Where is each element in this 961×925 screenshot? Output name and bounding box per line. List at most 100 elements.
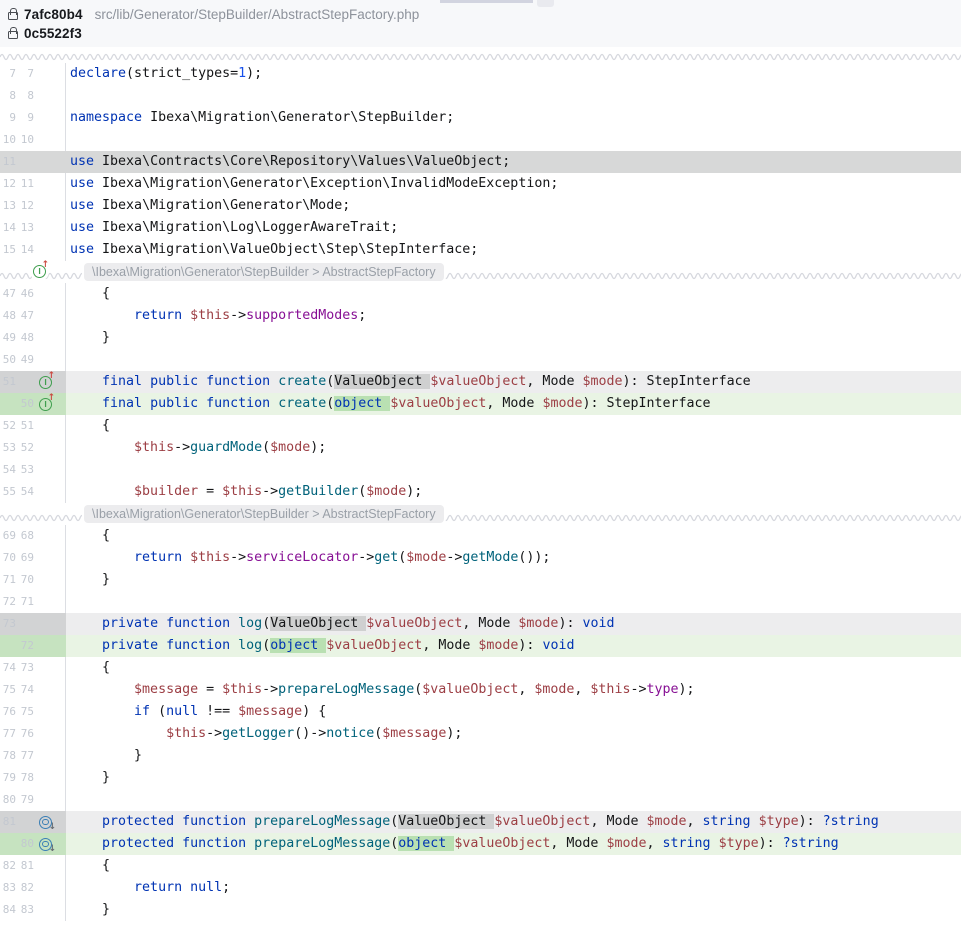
new-line-number: 71 (17, 591, 34, 613)
code-token: } (70, 572, 110, 587)
diff-row: 80 protected function prepareLogMessage(… (0, 833, 961, 855)
code-token (182, 308, 190, 323)
code-token: $type (719, 836, 759, 851)
gutter: 4746 (0, 283, 66, 305)
code-token: ): StepInterface (623, 374, 751, 389)
code-token: namespace (70, 110, 142, 125)
gutter: 7978 (0, 767, 66, 789)
code-token: $mode (646, 814, 686, 829)
code-line[interactable]: { (66, 855, 961, 877)
code-line[interactable]: private function log(ValueObject $valueO… (66, 613, 961, 635)
code-line[interactable] (66, 789, 961, 811)
implements-icon[interactable]: I (39, 376, 52, 389)
old-commit-hash[interactable]: 7afc80b4 (24, 7, 83, 22)
diff-row: 77declare(strict_types=1); (0, 63, 961, 85)
code-token: function (206, 396, 270, 411)
word-diff-highlight: ValueObject (398, 814, 494, 829)
code-token: $mode (478, 638, 518, 653)
new-commit-hash[interactable]: 0c5522f3 (24, 26, 82, 41)
code-line[interactable]: { (66, 525, 961, 547)
code-line[interactable]: return $this->supportedModes; (66, 305, 961, 327)
code-token: prepareLogMessage (254, 814, 390, 829)
code-token: { (70, 418, 110, 433)
gutter: 7675 (0, 701, 66, 723)
code-token: $valueObject (326, 638, 422, 653)
lock-icon (8, 12, 18, 20)
code-line[interactable]: $builder = $this->getBuilder($mode); (66, 481, 961, 503)
old-line-number: 47 (0, 283, 16, 305)
gutter: 5554 (0, 481, 66, 503)
code-line[interactable] (66, 349, 961, 371)
code-token: return (134, 308, 182, 323)
code-line[interactable]: use Ibexa\Migration\Generator\Mode; (66, 195, 961, 217)
code-line[interactable]: } (66, 569, 961, 591)
implements-icon[interactable]: I (33, 265, 46, 278)
code-line[interactable]: protected function prepareLogMessage(Val… (66, 811, 961, 833)
code-token: , Mode (590, 814, 646, 829)
gutter: 7473 (0, 657, 66, 679)
code-token: log (238, 616, 262, 631)
new-line-number: 78 (17, 767, 34, 789)
code-token (70, 484, 134, 499)
code-token: $mode (270, 440, 310, 455)
code-token (246, 814, 254, 829)
diff-row: 1010 (0, 129, 961, 151)
code-line[interactable]: $message = $this->prepareLogMessage($val… (66, 679, 961, 701)
code-line[interactable]: return null; (66, 877, 961, 899)
old-line-number: 50 (0, 349, 16, 371)
code-line[interactable]: protected function prepareLogMessage(obj… (66, 833, 961, 855)
code-line[interactable] (66, 459, 961, 481)
code-line[interactable]: } (66, 767, 961, 789)
code-line[interactable]: final public function create(object $val… (66, 393, 961, 415)
code-line[interactable]: declare(strict_types=1); (66, 63, 961, 85)
overridden-icon[interactable] (39, 816, 52, 829)
code-line[interactable]: use Ibexa\Migration\ValueObject\Step\Ste… (66, 239, 961, 261)
code-line[interactable]: if (null !== $message) { (66, 701, 961, 723)
code-line[interactable]: private function log(object $valueObject… (66, 635, 961, 657)
code-line[interactable]: use Ibexa\Contracts\Core\Repository\Valu… (66, 151, 961, 173)
code-line[interactable]: return $this->serviceLocator->get($mode-… (66, 547, 961, 569)
old-line-number: 12 (0, 173, 16, 195)
code-token: $mode (518, 616, 558, 631)
gutter: 7069 (0, 547, 66, 569)
code-line[interactable]: use Ibexa\Migration\Generator\Exception\… (66, 173, 961, 195)
new-line-number: 10 (17, 129, 34, 151)
new-line-number: 74 (17, 679, 34, 701)
collapsed-region-separator[interactable]: I\Ibexa\Migration\Generator\StepBuilder … (0, 261, 961, 283)
code-line[interactable]: } (66, 327, 961, 349)
code-token: serviceLocator (246, 550, 358, 565)
code-line[interactable]: { (66, 657, 961, 679)
code-token: { (70, 286, 110, 301)
implements-icon[interactable]: I (39, 398, 52, 411)
new-line-number: 68 (17, 525, 34, 547)
code-line[interactable]: use Ibexa\Migration\Log\LoggerAwareTrait… (66, 217, 961, 239)
code-line[interactable]: namespace Ibexa\Migration\Generator\Step… (66, 107, 961, 129)
code-token: private (102, 616, 158, 631)
code-line[interactable]: final public function create(ValueObject… (66, 371, 961, 393)
code-token: use (70, 198, 94, 213)
code-token: create (278, 374, 326, 389)
old-line-number: 10 (0, 129, 16, 151)
code-token: $this (590, 682, 630, 697)
code-token: string (663, 836, 711, 851)
code-line[interactable]: $this->getLogger()->notice($message); (66, 723, 961, 745)
code-token: ): (759, 836, 783, 851)
code-line[interactable] (66, 85, 961, 107)
code-line[interactable]: { (66, 283, 961, 305)
collapsed-region-separator[interactable]: \Ibexa\Migration\Generator\StepBuilder >… (0, 503, 961, 525)
old-line-number: 70 (0, 547, 16, 569)
code-line[interactable]: } (66, 745, 961, 767)
old-line-number: 15 (0, 239, 16, 261)
code-line[interactable] (66, 129, 961, 151)
old-line-number: 82 (0, 855, 16, 877)
code-token: -> (630, 682, 646, 697)
word-diff-highlight: object (334, 396, 390, 411)
gutter: 4948 (0, 327, 66, 349)
overridden-icon[interactable] (39, 838, 52, 851)
code-line[interactable] (66, 591, 961, 613)
code-token (158, 638, 166, 653)
code-line[interactable]: { (66, 415, 961, 437)
code-token: ); (679, 682, 695, 697)
code-line[interactable]: } (66, 899, 961, 921)
code-line[interactable]: $this->guardMode($mode); (66, 437, 961, 459)
